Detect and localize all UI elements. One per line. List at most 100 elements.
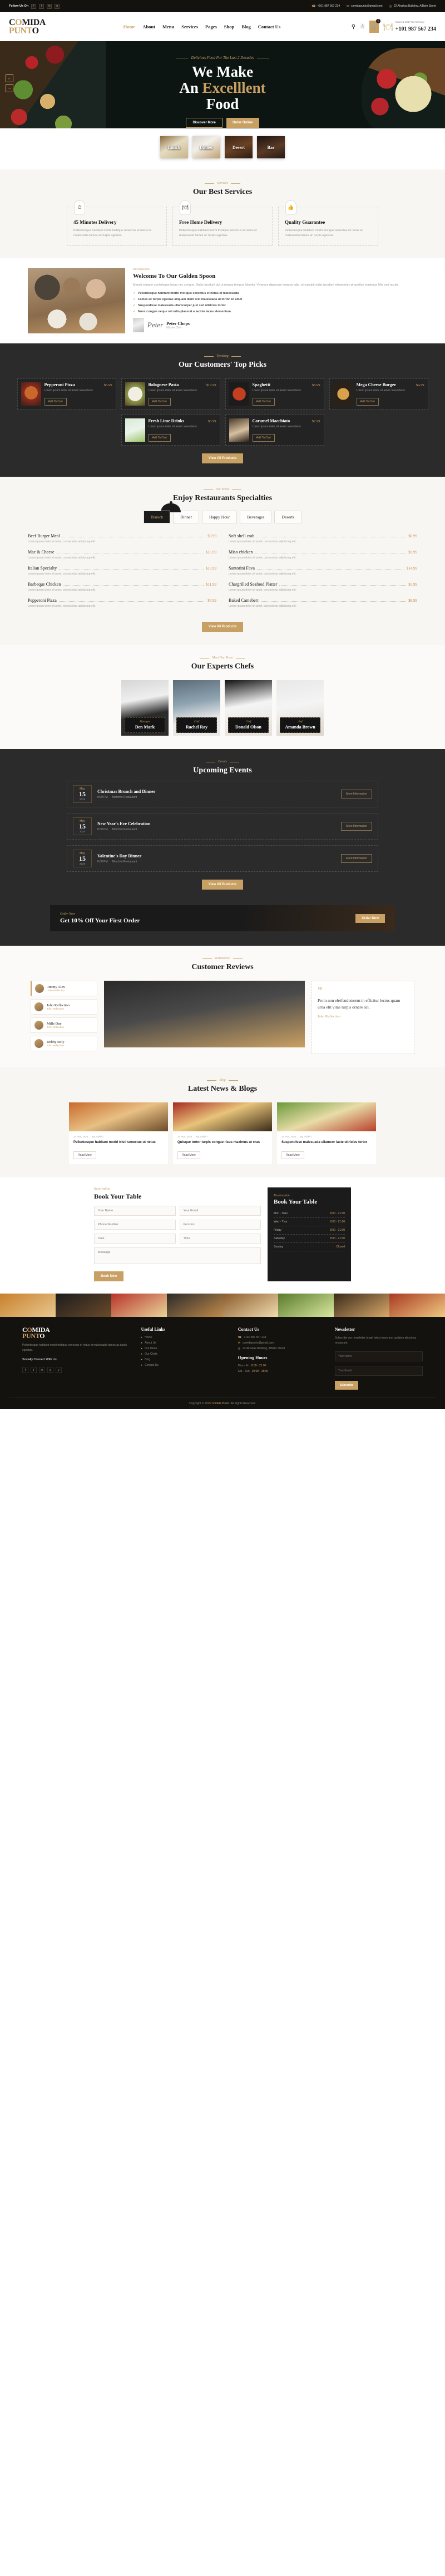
topbar-email[interactable]: ✉ comidapunto@gmail.com [347, 4, 383, 8]
tab-beverages[interactable]: Beverages [240, 511, 272, 523]
tab-deserts[interactable]: Deserts [274, 511, 301, 523]
booking-phone-input[interactable] [94, 1220, 176, 1230]
topbar-phone[interactable]: ☎ +101 987 567 234 [312, 4, 340, 8]
newsletter-subscribe-button[interactable]: Subscribe [334, 1381, 359, 1390]
category-card-bar[interactable]: Bar [257, 136, 285, 158]
facebook-icon[interactable]: f [22, 1367, 28, 1373]
view-all-products-button[interactable]: View All Products [201, 453, 244, 463]
gallery-image[interactable] [56, 1294, 111, 1317]
nav-item-home[interactable]: Home [123, 24, 136, 29]
search-icon[interactable]: ⚲ [352, 24, 355, 30]
footer-contact-phone[interactable]: ☎ +101 987 567 234 [238, 1336, 326, 1339]
tab-dinner[interactable]: Dinner [173, 511, 199, 523]
footer-link[interactable]: ▸ Contact Us [141, 1364, 229, 1367]
twitter-icon[interactable]: t [31, 1367, 37, 1373]
add-to-cart-button[interactable]: Add To Cart [44, 398, 67, 406]
pick-card-mega-cheese-burger[interactable]: Mega Cheese Burger $4.99 Lorem ipsum dolo… [329, 378, 428, 410]
nav-item-contact-us[interactable]: Contact Us [258, 24, 280, 29]
gallery-image[interactable] [111, 1294, 167, 1317]
gallery-image[interactable] [167, 1294, 222, 1317]
gallery-image[interactable] [278, 1294, 334, 1317]
newsletter-name-input[interactable] [334, 1351, 423, 1361]
pick-card-bolognese-pasta[interactable]: Bolognese Pasta $12.99 Lorem ipsum dolor … [121, 378, 220, 410]
blog-read-more-button[interactable]: Read More [177, 1151, 200, 1159]
booking-submit-button[interactable]: Book Now [94, 1271, 124, 1281]
tab-happy-hour[interactable]: Happy Hour [201, 511, 238, 523]
pick-card-pepperoni-pizza[interactable]: Pepperoni Pizza $6.99 Lorem ipsum dolor s… [17, 378, 116, 410]
category-card-desert[interactable]: Desert [225, 136, 253, 158]
booking-name-input[interactable] [94, 1206, 176, 1216]
footer-link[interactable]: ▸ Our Chefs [141, 1352, 229, 1356]
chef-card-donald-olson[interactable]: Chef Donald Olson [225, 680, 272, 736]
offer-order-now-button[interactable]: Order Now [355, 913, 385, 923]
blog-card[interactable]: 14 Nov, 2024 By: Admin Suspendisse malesua… [277, 1102, 376, 1164]
booking-date-input[interactable] [94, 1234, 176, 1244]
order-online-button[interactable]: Order Online [226, 118, 259, 128]
add-to-cart-button[interactable]: Add To Cart [356, 398, 379, 406]
linkedin-icon[interactable]: in [39, 1367, 45, 1373]
nav-item-about[interactable]: About [142, 24, 155, 29]
slider-next-arrow-icon[interactable]: → [6, 84, 13, 92]
footer-contact-email[interactable]: ✉ comidapunto@gmail.com [238, 1341, 326, 1345]
blog-read-more-button[interactable]: Read More [281, 1151, 304, 1159]
event-more-info-button[interactable]: More Information [341, 854, 372, 863]
facebook-icon[interactable]: f [31, 3, 37, 9]
events-view-all-button[interactable]: View All Products [201, 880, 244, 890]
discover-more-button[interactable]: Discover More [186, 118, 222, 128]
booking-message-textarea[interactable] [94, 1247, 261, 1264]
youtube-icon[interactable]: y [56, 1367, 62, 1373]
site-logo[interactable]: COMIDA PUNTO [9, 18, 52, 36]
cart-button[interactable]: 🛒 0 [369, 19, 381, 33]
tab-brunch[interactable]: Brunch [144, 511, 171, 523]
event-more-info-button[interactable]: More Information [341, 822, 372, 831]
add-to-cart-button[interactable]: Add To Cart [148, 398, 171, 406]
blog-card[interactable]: 14 Nov, 2024 By: Admin Pellentesque habita… [69, 1102, 168, 1164]
nav-item-blog[interactable]: Blog [241, 24, 251, 29]
reviewer-item-debby-roly[interactable]: Debby Roly John Reflection [31, 1036, 97, 1051]
pick-card-caramel-macchiato[interactable]: Caramel Macchiato $2.99 Lorem ipsum dolor… [225, 415, 324, 446]
google-icon[interactable]: g [47, 1367, 53, 1373]
chef-card-amanda-brown[interactable]: chef Amanda Brown [276, 680, 324, 736]
twitter-icon[interactable]: t [39, 3, 44, 9]
reviewer-item-jimmy-alex[interactable]: Jimmy Alex John Reflection [31, 981, 97, 996]
add-to-cart-button[interactable]: Add To Cart [252, 398, 275, 406]
nav-item-menu[interactable]: Menu [162, 24, 174, 29]
event-more-info-button[interactable]: More Information [341, 790, 372, 798]
bullet-icon: ▸ [141, 1358, 143, 1361]
gallery-image[interactable] [222, 1294, 278, 1317]
pick-card-spaghetti[interactable]: Spaghetti $8.99 Lorem ipsum dolor sit ame… [225, 378, 324, 410]
delivery-phone[interactable]: +101 987 567 234 [395, 26, 436, 32]
category-card-dinner[interactable]: Dinner [192, 136, 220, 158]
booking-persons-input[interactable] [179, 1220, 261, 1230]
gallery-image[interactable] [334, 1294, 389, 1317]
category-card-lunch[interactable]: Lunch [160, 136, 188, 158]
booking-email-input[interactable] [179, 1206, 261, 1216]
add-to-cart-button[interactable]: Add To Cart [148, 434, 171, 442]
gallery-image[interactable] [0, 1294, 56, 1317]
slider-prev-arrow-icon[interactable]: ← [6, 74, 13, 82]
gallery-image[interactable] [389, 1294, 445, 1317]
footer-link[interactable]: ▸ Our Menu [141, 1347, 229, 1350]
reviewer-item-john-reflection[interactable]: John Reflection John Reflection [31, 999, 97, 1015]
specialties-view-all-button[interactable]: View All Products [201, 622, 244, 632]
footer-link[interactable]: ▸ Home [141, 1336, 229, 1339]
nav-item-shop[interactable]: Shop [224, 24, 234, 29]
linkedin-icon[interactable]: in [47, 3, 52, 9]
pick-card-fresh-lime-drinks[interactable]: Fresh Lime Drinks $3.99 Lorem ipsum dolor… [121, 415, 220, 446]
google-icon[interactable]: g [55, 3, 60, 9]
avatar [34, 1002, 43, 1011]
footer-link[interactable]: ▸ Blog [141, 1358, 229, 1361]
blog-card[interactable]: 14 Nov, 2024 By: Admin Quisque tortor turp… [173, 1102, 272, 1164]
newsletter-email-input[interactable] [334, 1366, 423, 1376]
blog-read-more-button[interactable]: Read More [73, 1151, 96, 1159]
chef-card-rachel-ray[interactable]: Chef Rachel Ray [173, 680, 220, 736]
footer-link[interactable]: ▸ About Us [141, 1341, 229, 1345]
add-to-cart-button[interactable]: Add To Cart [252, 434, 275, 442]
chef-card-den-mark[interactable]: Manager Den Mark [121, 680, 169, 736]
footer-logo[interactable]: COMIDA PUNTO [22, 1326, 132, 1339]
nav-item-services[interactable]: Services [181, 24, 198, 29]
booking-time-input[interactable] [179, 1234, 261, 1244]
user-account-icon[interactable]: ☃ [360, 24, 365, 30]
reviewer-item-mille-due[interactable]: Mille Due John Reflection [31, 1017, 97, 1033]
nav-item-pages[interactable]: Pages [205, 24, 217, 29]
